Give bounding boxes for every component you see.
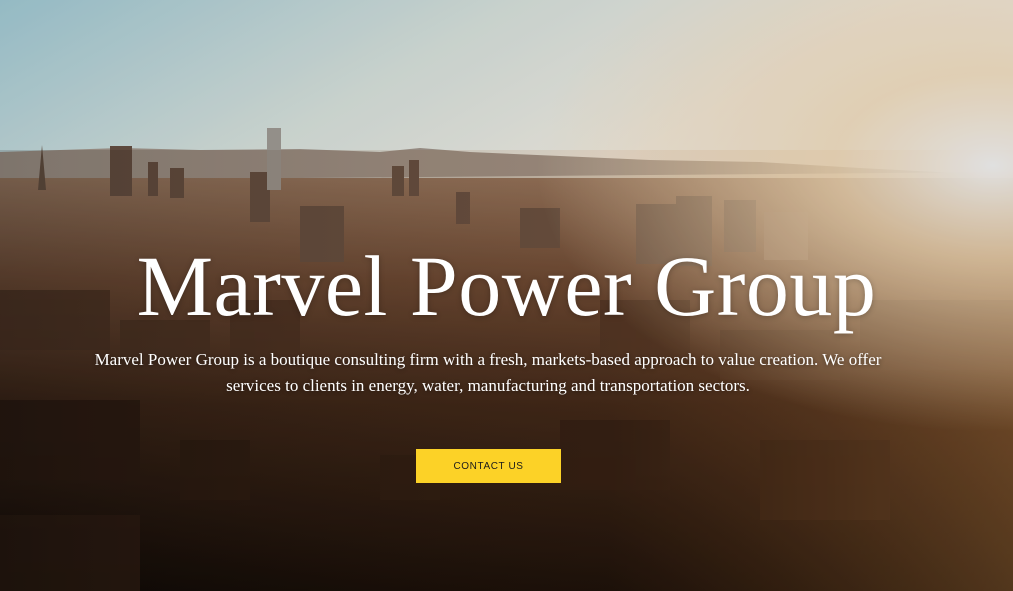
contact-us-button[interactable]: CONTACT US — [416, 449, 561, 483]
hero-section: Marvel Power Group Marvel Power Group is… — [0, 0, 1013, 591]
hero-description: Marvel Power Group is a boutique consult… — [94, 350, 882, 395]
hero-content: Marvel Power Group Marvel Power Group is… — [0, 0, 1013, 591]
hero-title: Marvel Power Group — [136, 238, 877, 334]
